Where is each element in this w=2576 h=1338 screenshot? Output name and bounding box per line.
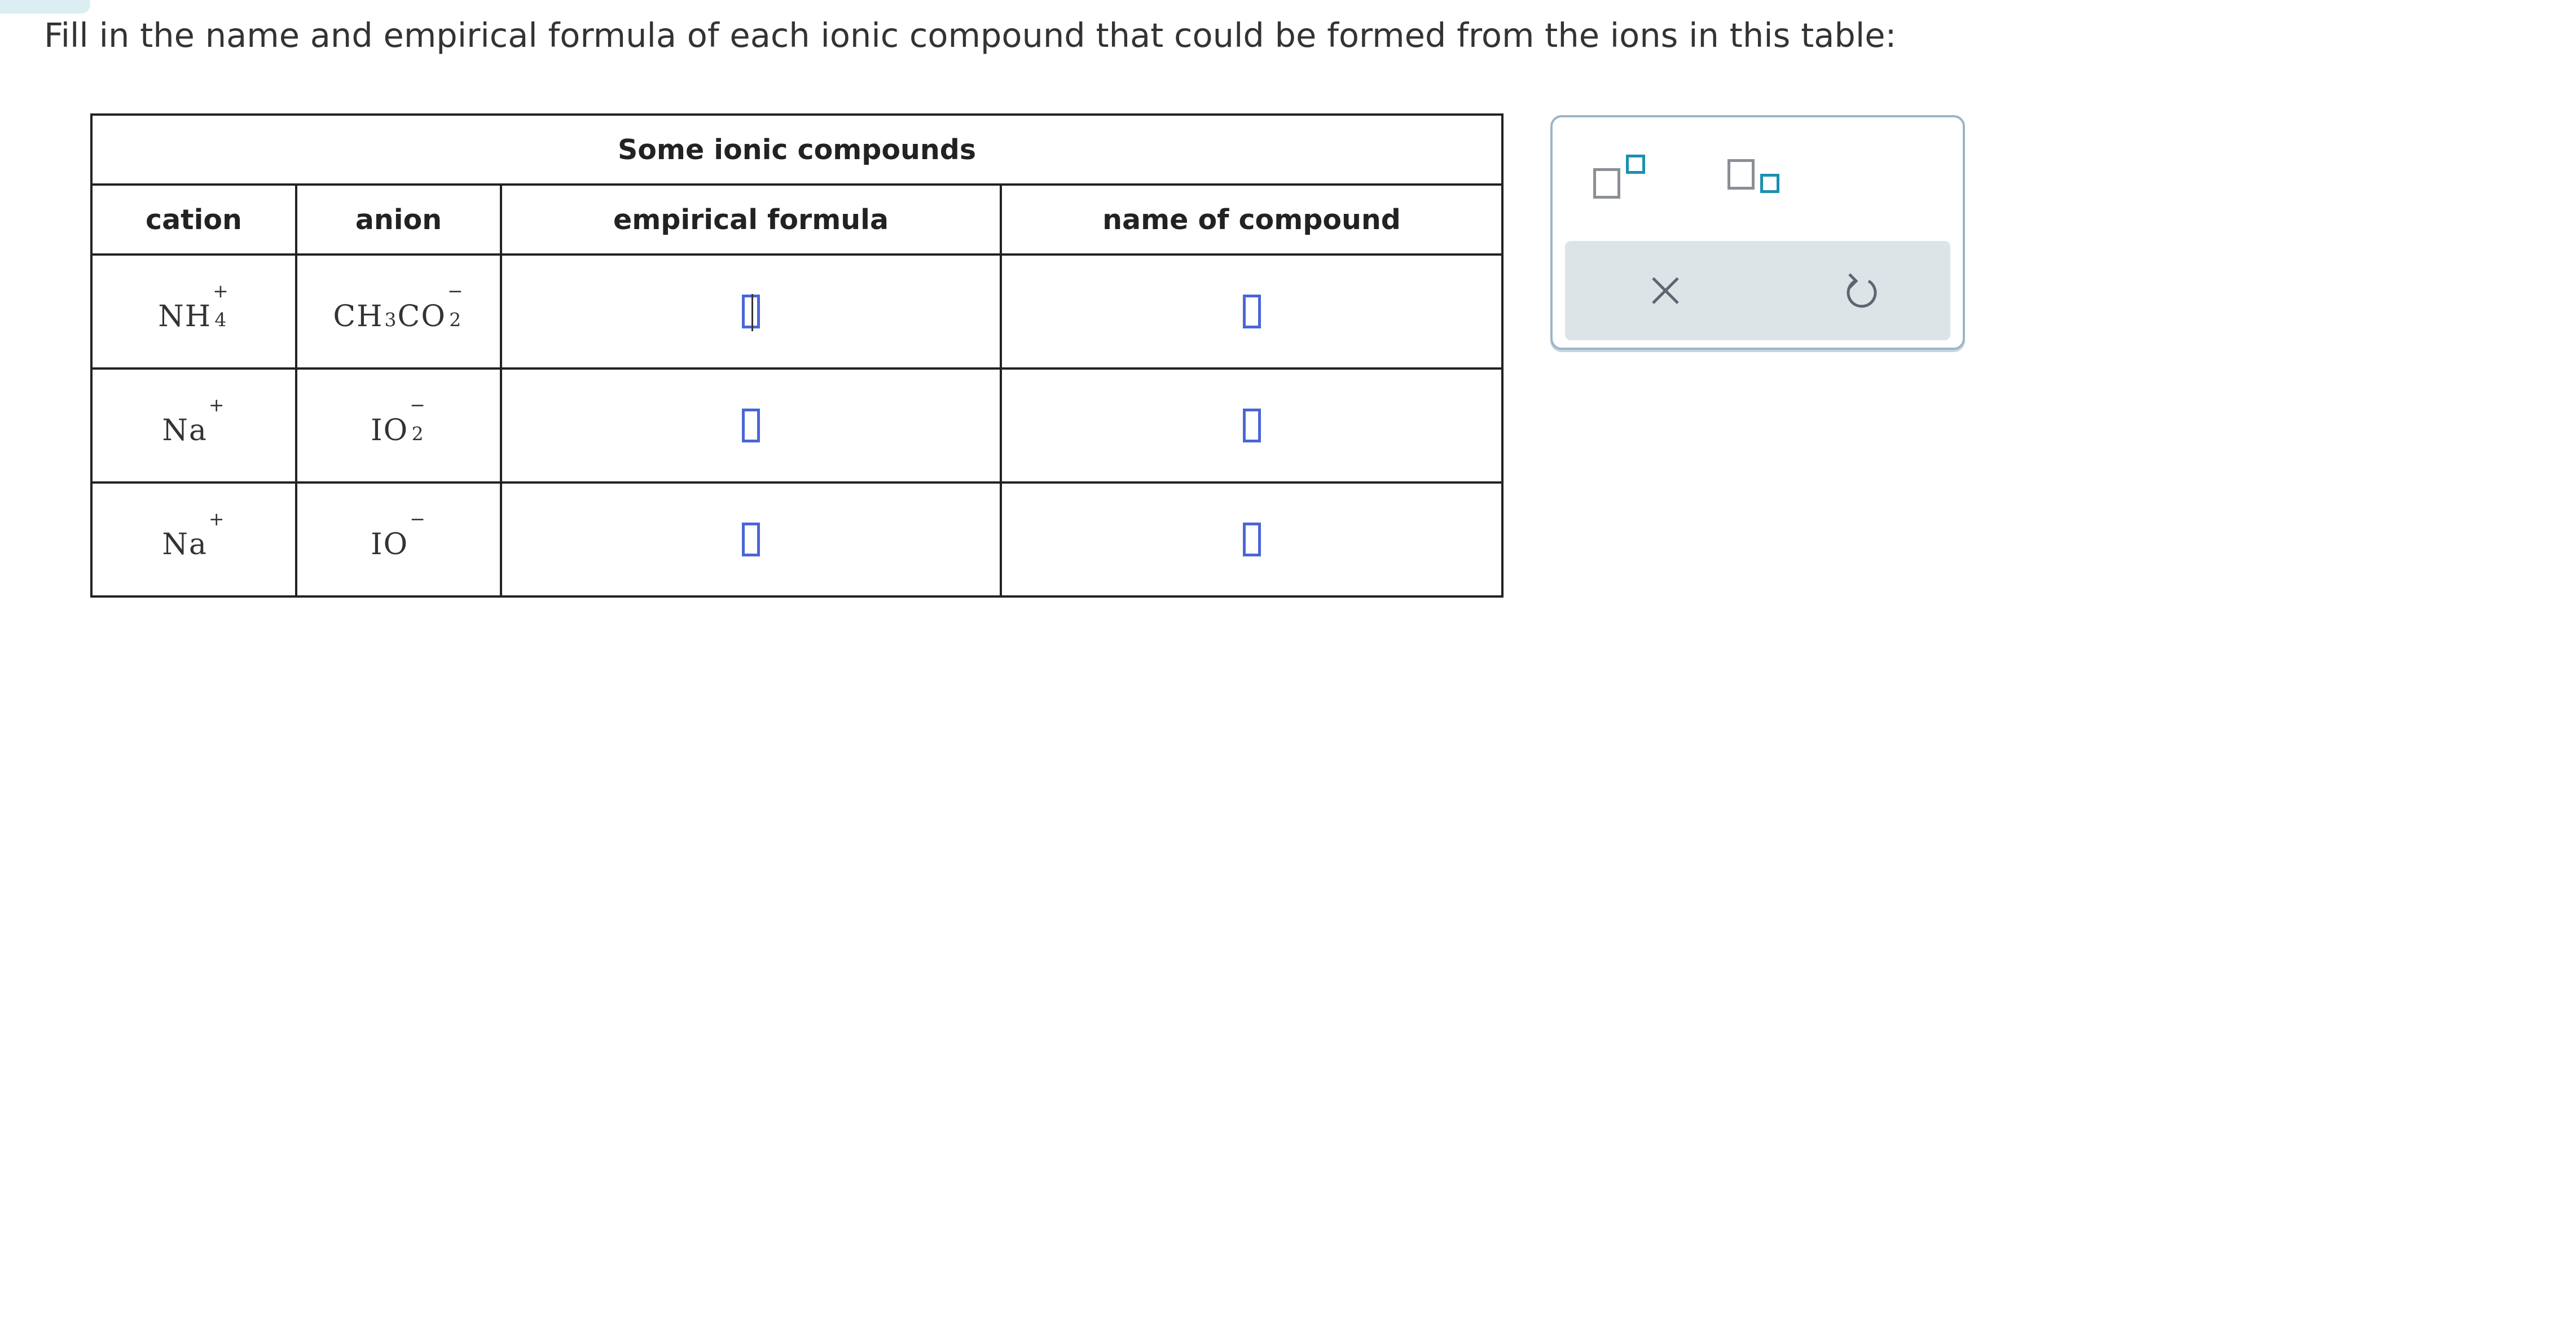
empirical-formula-input[interactable] xyxy=(742,523,760,556)
compound-name-input[interactable] xyxy=(1242,295,1261,328)
subscript-template-button[interactable] xyxy=(1727,151,1795,202)
formula-cell xyxy=(500,481,1002,598)
header-name-of-compound: name of compound xyxy=(1000,183,1504,256)
anion-formula: CH 3 CO −2 xyxy=(333,280,464,334)
question-prompt: Fill in the name and empirical formula o… xyxy=(44,16,1897,55)
anion-formula: IO − xyxy=(371,508,427,561)
header-cation: cation xyxy=(90,183,297,256)
ionic-compounds-table: Some ionic compounds cation anion empiri… xyxy=(90,113,1504,598)
cation-cell: Na + xyxy=(90,367,297,484)
action-bar xyxy=(1565,241,1950,340)
close-icon xyxy=(1652,277,1679,304)
undo-icon xyxy=(1847,273,1877,308)
cation-formula: Na + xyxy=(162,508,226,561)
cation-cell: NH +4 xyxy=(90,253,297,370)
header-anion: anion xyxy=(295,183,502,256)
formula-tools-panel xyxy=(1550,115,1965,350)
name-cell xyxy=(1000,367,1504,484)
anion-cell: CH 3 CO −2 xyxy=(295,253,502,370)
top-tab-decoration xyxy=(0,0,90,14)
name-cell xyxy=(1000,253,1504,370)
name-cell xyxy=(1000,481,1504,598)
compound-name-input[interactable] xyxy=(1242,523,1261,556)
empirical-formula-input[interactable] xyxy=(742,294,760,331)
anion-cell: IO − xyxy=(295,481,502,598)
table-row: NH +4 CH 3 CO −2 xyxy=(90,253,1504,370)
table-row: Na + IO −2 xyxy=(90,367,1504,484)
formula-cell xyxy=(500,253,1002,370)
cation-formula: NH +4 xyxy=(158,280,230,334)
table-row: Na + IO − xyxy=(90,481,1504,598)
empirical-formula-input[interactable] xyxy=(742,409,760,442)
anion-formula: IO −2 xyxy=(371,394,427,448)
formula-cell xyxy=(500,367,1002,484)
clear-button[interactable] xyxy=(1632,241,1699,340)
superscript-template-button[interactable] xyxy=(1593,151,1661,202)
cation-formula: Na + xyxy=(162,394,226,448)
anion-cell: IO −2 xyxy=(295,367,502,484)
undo-button[interactable] xyxy=(1828,241,1896,340)
header-empirical-formula: empirical formula xyxy=(500,183,1002,256)
table-caption: Some ionic compounds xyxy=(90,113,1504,186)
cation-cell: Na + xyxy=(90,481,297,598)
compound-name-input[interactable] xyxy=(1242,409,1261,442)
